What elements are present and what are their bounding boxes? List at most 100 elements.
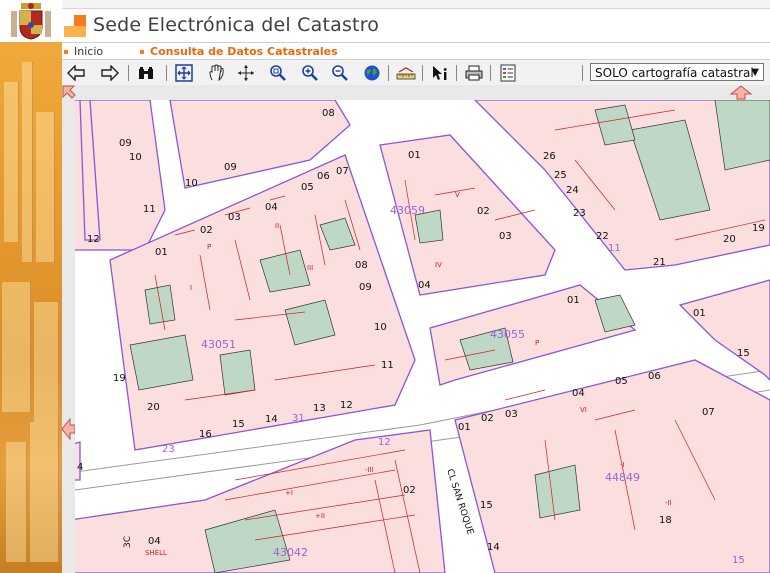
- info-button[interactable]: [430, 63, 450, 83]
- legend-button[interactable]: [498, 63, 518, 83]
- print-button[interactable]: [464, 63, 484, 83]
- parcel-number: 19: [113, 373, 126, 384]
- nav-link-consulta[interactable]: Consulta de Datos Catastrales: [140, 45, 338, 58]
- pan-strip-top: [62, 85, 770, 100]
- zoom-in-icon: [302, 65, 318, 81]
- move-button[interactable]: [236, 63, 256, 83]
- block-label: 43059: [390, 204, 425, 217]
- svg-text:II: II: [275, 222, 279, 230]
- parcel-number: 04: [418, 280, 431, 291]
- page-header: Sede Electrónica del Catastro: [62, 0, 770, 42]
- parcel-number: 08: [355, 260, 368, 271]
- parcel-number: 05: [615, 376, 628, 387]
- toolbar-separator: [490, 65, 491, 81]
- parcel-number: 02: [403, 485, 416, 496]
- parcel-number: 09: [119, 138, 132, 149]
- catastro-logo-icon: [64, 15, 86, 37]
- forward-button[interactable]: [100, 63, 120, 83]
- svg-text:+II: +II: [315, 512, 325, 520]
- measure-button[interactable]: [396, 63, 416, 83]
- parcel-number: 13: [313, 403, 326, 414]
- measure-icon: [396, 67, 416, 80]
- toolbar-separator: [422, 65, 423, 81]
- parcel-number: 04: [265, 202, 278, 213]
- breadcrumb: Inicio Consulta de Datos Catastrales: [62, 42, 770, 60]
- parcel-number: 21: [653, 257, 666, 268]
- search-button[interactable]: [136, 63, 156, 83]
- toolbar-separator: [388, 65, 389, 81]
- parcel-number: 15: [737, 348, 750, 359]
- svg-text:IV: IV: [435, 261, 442, 269]
- city-photo-banner: [0, 42, 62, 573]
- coat-of-arms-icon: [11, 3, 51, 40]
- parcel-number: 4: [77, 462, 83, 473]
- parcel-number: 04: [148, 536, 161, 547]
- svg-text:V: V: [455, 191, 460, 199]
- parcel-number: 05: [301, 182, 314, 193]
- parcel-number: 18: [659, 515, 672, 526]
- svg-text:SHELL: SHELL: [145, 549, 167, 557]
- parcel-number: 02: [200, 225, 213, 236]
- forward-icon: [101, 65, 119, 81]
- zoom-out-icon: [332, 65, 348, 81]
- parcel-number: 11: [608, 243, 621, 254]
- toolbar-separator: [166, 65, 167, 81]
- parcel-number: 12: [378, 437, 391, 448]
- parcel-number: 22: [596, 231, 609, 242]
- parcel-number: 08: [322, 108, 335, 119]
- parcel-number: 03: [499, 231, 512, 242]
- parcel-number: 10: [129, 152, 142, 163]
- parcel-number: 26: [543, 151, 556, 162]
- parcel-number: 14: [265, 414, 278, 425]
- cadastral-map[interactable]: 43059 43055 43051 44849 43042 CL SAN ROQ…: [75, 100, 770, 573]
- parcel-number: 02: [481, 413, 494, 424]
- parcel-number: 07: [336, 166, 349, 177]
- svg-text:P: P: [207, 243, 211, 251]
- block-label: 43051: [201, 338, 236, 351]
- print-icon: [465, 65, 483, 81]
- full-extent-button[interactable]: [174, 63, 194, 83]
- parcel-number: 01: [567, 295, 580, 306]
- parcel-number: 20: [723, 234, 736, 245]
- pan-northwest-arrow-icon[interactable]: [62, 85, 76, 99]
- parcel-number: 09: [359, 282, 372, 293]
- pan-west-arrow-icon[interactable]: [61, 418, 76, 440]
- parcel-number: 01: [408, 150, 421, 161]
- layer-select[interactable]: SOLO cartografía catastral ▼: [590, 63, 764, 81]
- parcel-number: 01: [458, 422, 471, 433]
- hand-pan-icon: [209, 64, 224, 82]
- svg-text:+I: +I: [285, 489, 293, 497]
- page-title: Sede Electrónica del Catastro: [93, 14, 380, 36]
- parcel-number: 01: [693, 308, 706, 319]
- pan-strip-left: [61, 100, 76, 573]
- parcel-number: 10: [374, 322, 387, 333]
- parcel-number: 03: [228, 212, 241, 223]
- globe-icon: [364, 65, 380, 81]
- back-icon: [67, 65, 85, 81]
- parcel-number: 12: [87, 234, 100, 245]
- parcel-number: 01: [155, 247, 168, 258]
- bullet-icon: [140, 50, 144, 54]
- parcel-number: 07: [702, 407, 715, 418]
- pan-button[interactable]: [206, 63, 226, 83]
- zoom-window-button[interactable]: [268, 63, 288, 83]
- coat-of-arms-area: [0, 0, 62, 42]
- street-label: 3C: [123, 536, 133, 548]
- parcel-number: 23: [162, 444, 175, 455]
- map-canvas: 43059 43055 43051 44849 43042 CL SAN ROQ…: [75, 100, 770, 573]
- parcel-number: 02: [477, 206, 490, 217]
- zoom-in-button[interactable]: [300, 63, 320, 83]
- parcel-number: 03: [505, 409, 518, 420]
- pan-north-arrow-icon[interactable]: [730, 85, 752, 100]
- parcel-number: 06: [317, 171, 330, 182]
- globe-button[interactable]: [362, 63, 382, 83]
- back-button[interactable]: [66, 63, 86, 83]
- layer-select-value: SOLO cartografía catastral: [595, 66, 754, 80]
- svg-text:P: P: [535, 339, 539, 347]
- svg-text:VI: VI: [580, 406, 587, 414]
- nav-link-inicio[interactable]: Inicio: [64, 45, 103, 58]
- zoom-out-button[interactable]: [330, 63, 350, 83]
- toolbar-separator: [582, 65, 583, 81]
- legend-icon: [500, 64, 516, 82]
- binoculars-icon: [139, 67, 153, 79]
